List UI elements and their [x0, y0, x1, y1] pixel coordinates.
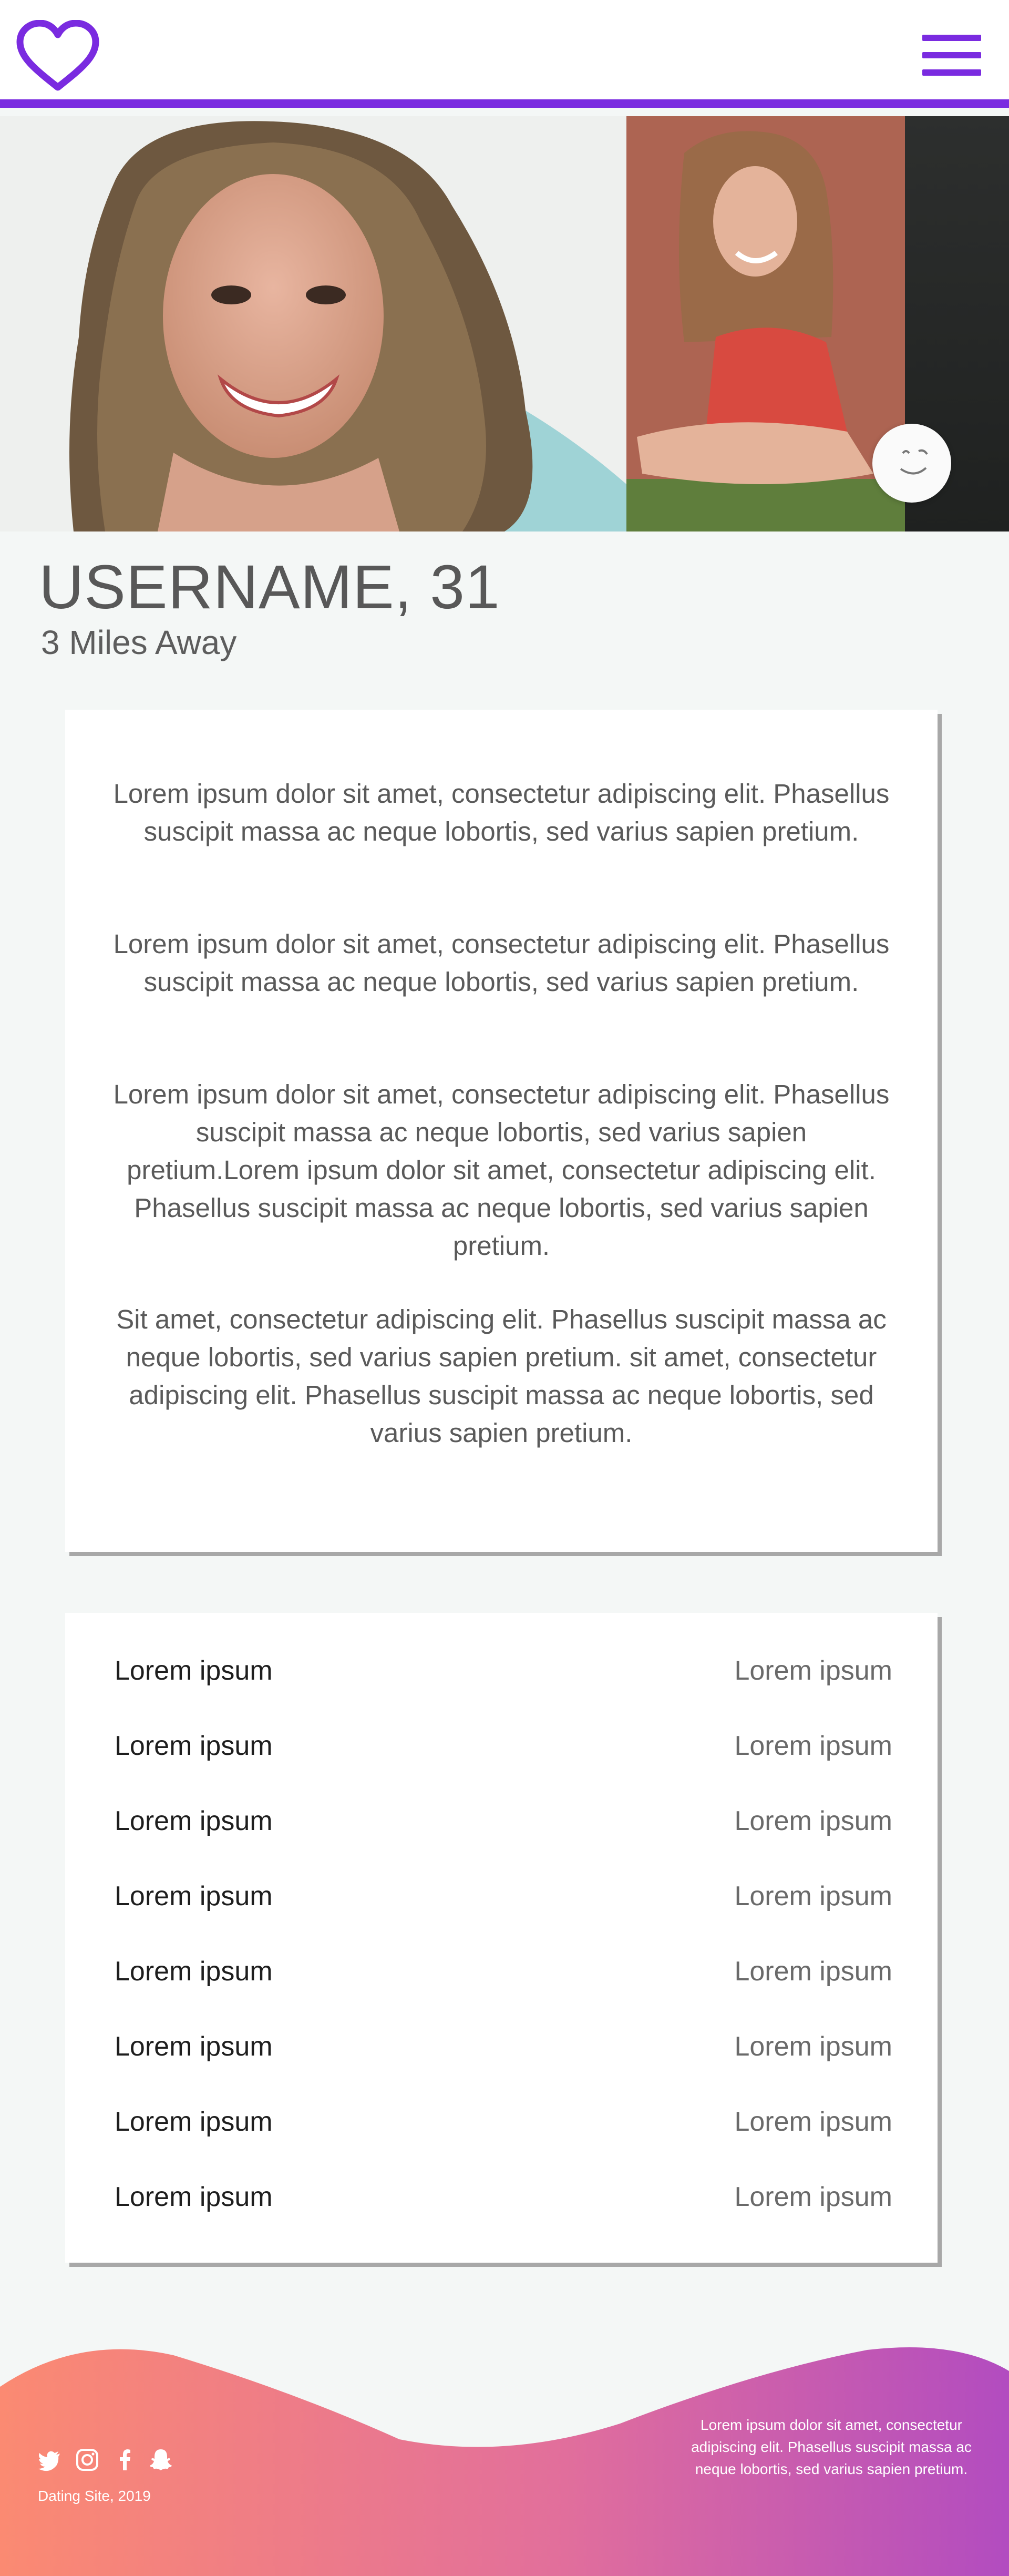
details-row: Lorem ipsum Lorem ipsum: [115, 2106, 892, 2148]
details-row: Lorem ipsum Lorem ipsum: [115, 2181, 892, 2223]
about-paragraph: Lorem ipsum dolor sit amet, consectetur …: [113, 929, 890, 997]
details-value: Lorem ipsum: [734, 1655, 892, 1686]
photo-gallery[interactable]: [0, 116, 1009, 531]
site-header: [0, 0, 1009, 108]
facebook-icon[interactable]: [112, 2447, 138, 2472]
details-label: Lorem ipsum: [115, 1731, 273, 1761]
instagram-icon[interactable]: [75, 2447, 100, 2472]
portrait-long-hair-woman: [626, 116, 905, 531]
details-row: Lorem ipsum Lorem ipsum: [115, 1880, 892, 1923]
menu-bar: [922, 35, 981, 41]
portrait-curly-hair-woman: [0, 116, 626, 531]
snapchat-icon[interactable]: [148, 2447, 173, 2472]
details-label: Lorem ipsum: [115, 1956, 273, 1987]
details-row: Lorem ipsum Lorem ipsum: [115, 1805, 892, 1847]
wink-button[interactable]: [872, 424, 951, 503]
about-paragraph: Lorem ipsum dolor sit amet, consectetur …: [113, 1079, 890, 1261]
details-label: Lorem ipsum: [115, 1806, 273, 1836]
details-value: Lorem ipsum: [734, 1956, 892, 1987]
details-label: Lorem ipsum: [115, 2107, 273, 2137]
about-card: Lorem ipsum dolor sit amet, consectetur …: [65, 710, 938, 1552]
menu-bar: [922, 69, 981, 76]
about-paragraph: Sit amet, consectetur adipiscing elit. P…: [116, 1304, 887, 1448]
details-card: Lorem ipsum Lorem ipsum Lorem ipsum Lore…: [65, 1613, 938, 2263]
heart-logo-icon[interactable]: [16, 20, 100, 94]
profile-photo-second[interactable]: [626, 116, 905, 531]
details-row: Lorem ipsum Lorem ipsum: [115, 1655, 892, 1697]
details-value: Lorem ipsum: [734, 1731, 892, 1761]
twitter-icon[interactable]: [37, 2447, 62, 2472]
details-label: Lorem ipsum: [115, 2031, 273, 2062]
details-label: Lorem ipsum: [115, 2182, 273, 2212]
profile-name-age: USERNAME, 31: [39, 553, 500, 622]
details-value: Lorem ipsum: [734, 1881, 892, 1911]
about-paragraph: Lorem ipsum dolor sit amet, consectetur …: [113, 779, 890, 846]
details-value: Lorem ipsum: [734, 1806, 892, 1836]
footer-blurb: Lorem ipsum dolor sit amet, consectetur …: [691, 2417, 972, 2477]
details-value: Lorem ipsum: [734, 2031, 892, 2062]
profile-distance: 3 Miles Away: [41, 623, 237, 661]
wink-face-icon: [900, 449, 928, 475]
hamburger-menu-icon[interactable]: [922, 35, 981, 76]
footer-copyright: Dating Site, 2019: [38, 2488, 151, 2504]
details-row: Lorem ipsum Lorem ipsum: [115, 2031, 892, 2073]
details-label: Lorem ipsum: [115, 1655, 273, 1686]
profile-photo-main[interactable]: [0, 116, 626, 531]
details-value: Lorem ipsum: [734, 2182, 892, 2212]
details-row: Lorem ipsum Lorem ipsum: [115, 1730, 892, 1772]
details-label: Lorem ipsum: [115, 1881, 273, 1911]
menu-bar: [922, 52, 981, 58]
details-value: Lorem ipsum: [734, 2107, 892, 2137]
details-row: Lorem ipsum Lorem ipsum: [115, 1956, 892, 1998]
